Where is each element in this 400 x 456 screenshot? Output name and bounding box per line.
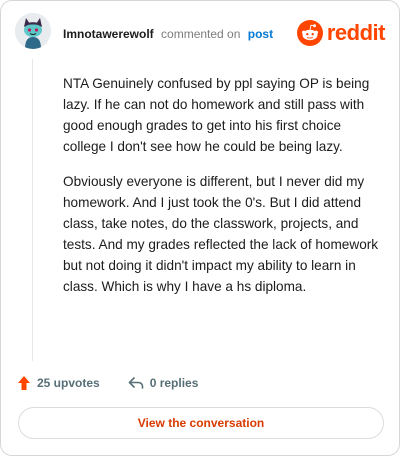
commented-on-text: commented on: [161, 27, 241, 41]
snoo-avatar-icon: [15, 13, 51, 49]
reddit-wordmark: reddit: [326, 20, 386, 45]
reddit-snoo-icon: [296, 20, 323, 46]
comment-actions: 25 upvotes 0 replies: [17, 373, 198, 393]
replies-button[interactable]: 0 replies: [128, 376, 199, 390]
comment-paragraph: Obviously everyone is different, but I n…: [63, 174, 379, 294]
post-link[interactable]: post: [248, 27, 273, 41]
view-conversation-button[interactable]: View the conversation: [18, 407, 384, 439]
comment-paragraph: NTA Genuinely confused by ppl saying OP …: [63, 76, 370, 154]
upvote-button[interactable]: 25 upvotes: [17, 375, 100, 391]
thread-line: [32, 59, 33, 361]
comment-body: NTA Genuinely confused by ppl saying OP …: [63, 73, 383, 311]
username-link[interactable]: Imnotawerewolf: [63, 27, 154, 41]
comment-header: Imnotawerewolf commented on post reddit: [15, 13, 386, 53]
reply-arrow-icon: [128, 377, 144, 389]
reply-count: 0 replies: [149, 376, 199, 390]
comment-card: Imnotawerewolf commented on post reddit …: [0, 0, 400, 456]
reddit-logo[interactable]: reddit: [296, 19, 386, 47]
user-avatar[interactable]: [15, 13, 51, 49]
upvote-count: 25 upvotes: [37, 376, 100, 390]
upvote-arrow-icon: [18, 376, 30, 390]
comment-meta: Imnotawerewolf commented on post: [63, 27, 273, 41]
